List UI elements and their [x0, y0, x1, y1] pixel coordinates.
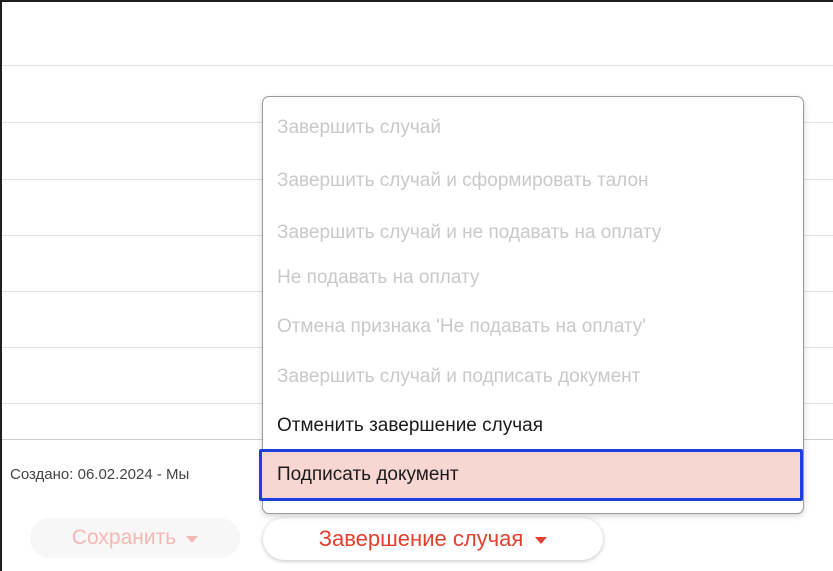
table-row [2, 2, 833, 66]
menu-item-cancel-finish[interactable]: Отменить завершение случая [277, 412, 543, 440]
chevron-down-icon [186, 535, 199, 543]
finish-case-button-label: Завершение случая [318, 526, 524, 551]
menu-item-finish-no-payment: Завершить случай и не подавать на оплату [277, 222, 662, 243]
save-button[interactable]: Сохранить [30, 518, 240, 558]
finish-case-dropdown-menu: Завершить случай Завершить случай и сфор… [259, 96, 804, 514]
menu-item-finish-and-form-ticket: Завершить случай и сформировать талон [277, 170, 649, 191]
menu-item-cancel-no-payment-flag: Отмена признака 'Не подавать на оплату' [277, 316, 646, 337]
created-info: Создано: 06.02.2024 - Мы [10, 466, 190, 483]
menu-item-finish-case: Завершить случай [277, 117, 441, 138]
finish-case-button[interactable]: Завершение случая [263, 518, 603, 560]
menu-item-sign-document[interactable]: Подписать документ [259, 449, 803, 501]
save-button-label: Сохранить [71, 526, 177, 549]
menu-item-sign-document-label: Подписать документ [277, 464, 459, 485]
chevron-down-icon [535, 536, 548, 544]
menu-item-no-payment: Не подавать на оплату [277, 267, 480, 288]
menu-item-finish-and-sign: Завершить случай и подписать документ [277, 366, 641, 387]
